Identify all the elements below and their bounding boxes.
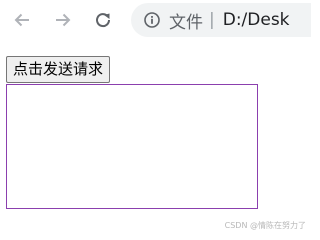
info-icon[interactable]: [144, 12, 160, 28]
url-text[interactable]: D:/Desk: [223, 10, 290, 30]
watermark: CSDN @情陈在努力了: [224, 221, 306, 230]
back-arrow-icon: [14, 13, 29, 27]
browser-toolbar: 文件 | D:/Desk: [0, 0, 311, 40]
forward-button[interactable]: [49, 6, 77, 34]
reload-button[interactable]: [89, 6, 117, 34]
site-label: 文件: [169, 12, 203, 33]
response-output-box: [6, 84, 258, 209]
address-bar[interactable]: 文件 | D:/Desk: [131, 3, 311, 37]
send-request-button[interactable]: 点击发送请求: [6, 56, 111, 83]
reload-icon: [96, 13, 111, 28]
address-separator: |: [209, 10, 215, 30]
back-button[interactable]: [8, 6, 36, 34]
forward-arrow-icon: [56, 13, 71, 27]
